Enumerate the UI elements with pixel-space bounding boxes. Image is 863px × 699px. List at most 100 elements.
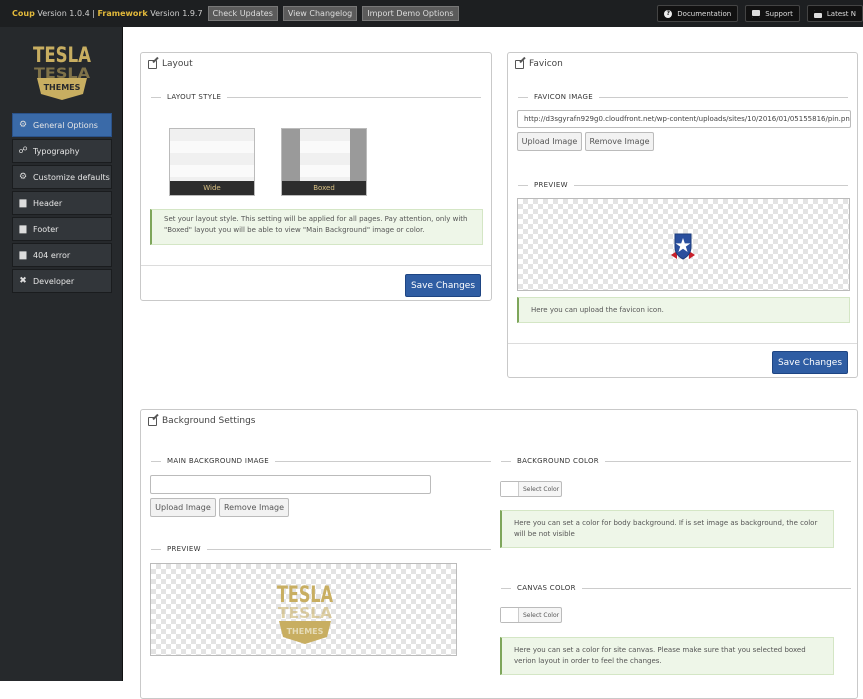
- sidebar-item-label: General Options: [33, 120, 98, 130]
- section-rule: [206, 548, 491, 550]
- section-title: MAIN BACKGROUND IMAGE: [167, 457, 269, 465]
- layout-option-label: Wide: [170, 181, 254, 195]
- sidebar-item-customize-defaults[interactable]: ⚙ Customize defaults: [12, 165, 112, 189]
- favicon-preview-section: PREVIEW: [518, 181, 848, 189]
- section-rule: [151, 96, 161, 98]
- main-background-input[interactable]: [150, 475, 431, 494]
- canvas-color-hint: Here you can set a color for site canvas…: [500, 637, 834, 675]
- tesla-themes-logo: TESLA TESLA THEMES: [33, 43, 92, 100]
- edit-icon: [148, 59, 157, 69]
- file-icon: ▆: [19, 198, 27, 208]
- sidebar-menu: ⚙ General Options ☍ Typography ⚙ Customize …: [12, 113, 112, 295]
- remove-image-button[interactable]: Remove Image: [219, 498, 289, 517]
- documentation-link[interactable]: ? Documentation: [657, 5, 739, 22]
- version-info: Coup Version 1.0.4 | Framework Version 1…: [12, 9, 203, 18]
- background-settings-panel: Background Settings MAIN BACKGROUND IMAG…: [140, 409, 858, 699]
- section-title: BACKGROUND COLOR: [517, 457, 599, 465]
- book-icon: [752, 9, 761, 18]
- sidebar-item-typography[interactable]: ☍ Typography: [12, 139, 112, 163]
- wrench-icon: ✖: [19, 276, 27, 286]
- section-title: CANVAS COLOR: [517, 584, 576, 592]
- sidebar-item-header[interactable]: ▆ Header: [12, 191, 112, 215]
- background-preview-section: PREVIEW: [151, 545, 491, 553]
- layout-style-section: LAYOUT STYLE: [151, 93, 481, 101]
- section-title: FAVICON IMAGE: [534, 93, 593, 101]
- upload-image-button[interactable]: Upload Image: [150, 498, 216, 517]
- sidebar-item-label: Footer: [33, 224, 59, 234]
- framework-version: Version 1.9.7: [150, 9, 203, 18]
- share-icon: ☍: [18, 146, 28, 156]
- check-updates-button[interactable]: Check Updates: [207, 6, 278, 21]
- canvas-color-section: CANVAS COLOR: [501, 584, 851, 592]
- layout-option-label: Boxed: [282, 181, 366, 195]
- version-separator: |: [92, 9, 95, 18]
- sidebar-item-developer[interactable]: ✖ Developer: [12, 269, 112, 293]
- favicon-panel-header: Favicon: [508, 53, 857, 75]
- latest-news-link[interactable]: Latest N: [806, 5, 863, 22]
- background-color-picker[interactable]: Select Color: [500, 481, 562, 497]
- section-rule: [275, 460, 491, 462]
- background-color-hint: Here you can set a color for body backgr…: [500, 510, 834, 548]
- edit-icon: [515, 59, 524, 69]
- main-background-section: MAIN BACKGROUND IMAGE: [151, 457, 491, 465]
- logo-text: TESLA: [33, 43, 92, 67]
- favicon-preview: [517, 198, 850, 291]
- sidebar-item-label: Typography: [33, 146, 80, 156]
- section-rule: [604, 460, 851, 462]
- section-rule: [151, 548, 161, 550]
- framework-name: Framework: [97, 9, 148, 18]
- sidebar-item-label: Header: [33, 198, 63, 208]
- question-icon: ?: [664, 9, 673, 18]
- upload-image-button[interactable]: Upload Image: [517, 132, 582, 151]
- remove-image-button[interactable]: Remove Image: [585, 132, 654, 151]
- sidebar-item-404-error[interactable]: ▆ 404 error: [12, 243, 112, 267]
- panel-title: Layout: [162, 59, 193, 69]
- latest-news-label: Latest N: [826, 9, 856, 18]
- panel-divider: [141, 265, 491, 266]
- gear-icon: ⚙: [18, 120, 28, 130]
- sidebar: TESLA TESLA THEMES ⚙ General Options ☍ Typ…: [0, 27, 123, 681]
- save-changes-button[interactable]: Save Changes: [405, 274, 481, 297]
- shield-star-icon: [671, 233, 695, 260]
- favicon-url-input[interactable]: http://d3sgyrafn929g0.cloudfront.net/wp-…: [517, 110, 851, 128]
- select-color-label: Select Color: [523, 611, 560, 619]
- background-color-section: BACKGROUND COLOR: [501, 457, 851, 465]
- favicon-panel: Favicon FAVICON IMAGE http://d3sgyrafn92…: [507, 52, 858, 378]
- preview-logo-text-lower: TESLA: [278, 604, 332, 622]
- section-title: LAYOUT STYLE: [167, 93, 222, 101]
- main-content: Layout LAYOUT STYLE Wide Boxed Set your …: [124, 27, 863, 699]
- panel-title: Favicon: [529, 59, 563, 69]
- tesla-themes-preview-logo: TESLA TESLA THEMES: [277, 583, 333, 644]
- section-rule: [151, 460, 161, 462]
- file-icon: ▆: [19, 224, 27, 234]
- section-rule: [518, 184, 528, 186]
- news-icon: [813, 9, 822, 18]
- layout-panel: Layout LAYOUT STYLE Wide Boxed Set your …: [140, 52, 492, 301]
- canvas-color-picker[interactable]: Select Color: [500, 607, 562, 623]
- section-rule: [581, 587, 851, 589]
- layout-hint: Set your layout style. This setting will…: [150, 209, 483, 245]
- sidebar-item-general-options[interactable]: ⚙ General Options: [12, 113, 112, 137]
- view-changelog-button[interactable]: View Changelog: [282, 6, 358, 21]
- import-demo-options-button[interactable]: Import Demo Options: [362, 6, 459, 21]
- layout-panel-header: Layout: [141, 53, 491, 75]
- section-rule: [598, 96, 848, 98]
- layout-option-wide[interactable]: Wide: [169, 128, 255, 196]
- support-label: Support: [765, 9, 793, 18]
- app-name: Coup: [12, 9, 35, 18]
- documentation-label: Documentation: [677, 9, 732, 18]
- file-icon: ▆: [19, 250, 27, 260]
- app-version: Version 1.0.4: [37, 9, 90, 18]
- layout-option-boxed[interactable]: Boxed: [281, 128, 367, 196]
- preview-logo-subtext: THEMES: [287, 627, 324, 636]
- section-title: PREVIEW: [534, 181, 568, 189]
- color-swatch: [501, 482, 519, 496]
- save-changes-button[interactable]: Save Changes: [772, 351, 848, 374]
- section-title: PREVIEW: [167, 545, 201, 553]
- panel-divider: [508, 343, 857, 344]
- sidebar-item-footer[interactable]: ▆ Footer: [12, 217, 112, 241]
- support-link[interactable]: Support: [745, 5, 800, 22]
- top-links: ? Documentation Support Latest N: [650, 5, 863, 22]
- top-bar: Coup Version 1.0.4 | Framework Version 1…: [0, 0, 863, 27]
- section-rule: [573, 184, 848, 186]
